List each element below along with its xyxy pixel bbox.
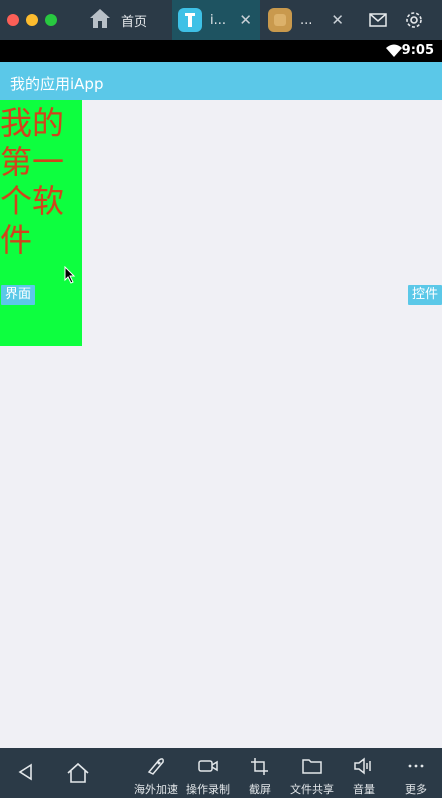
nav-file-share[interactable]: 文件共享 xyxy=(287,748,337,798)
nav-overseas-accelerate[interactable]: 海外加速 xyxy=(132,748,180,798)
back-icon[interactable] xyxy=(16,762,36,786)
interface-button[interactable]: 界面 xyxy=(1,285,36,305)
wifi-icon xyxy=(386,44,402,61)
app-action-bar: 我的应用iApp xyxy=(0,62,442,100)
speaker-icon xyxy=(353,748,375,779)
nav-label: 截屏 xyxy=(249,783,271,796)
mouse-pointer-icon xyxy=(64,265,76,288)
nav-more[interactable]: 更多 xyxy=(402,748,430,798)
tab-home-label: 首页 xyxy=(121,14,148,30)
rocket-icon xyxy=(145,748,167,779)
tab-iapp[interactable]: i... ✕ xyxy=(172,0,260,40)
nav-label: 音量 xyxy=(353,783,375,796)
iapp-icon xyxy=(178,8,202,32)
nav-record[interactable]: 操作录制 xyxy=(184,748,232,798)
crop-icon xyxy=(249,748,271,779)
window-minimize-button[interactable] xyxy=(26,14,38,26)
tab-app-2[interactable]: ... ✕ xyxy=(262,0,352,40)
status-bar: 9:05 xyxy=(0,40,442,62)
window-maximize-button[interactable] xyxy=(45,14,57,26)
gear-icon[interactable] xyxy=(404,10,424,30)
nav-label: 操作录制 xyxy=(186,783,230,796)
tab-iapp-label: i... xyxy=(210,12,227,28)
nav-label: 文件共享 xyxy=(290,783,334,796)
nav-screenshot[interactable]: 截屏 xyxy=(244,748,276,798)
nav-volume[interactable]: 音量 xyxy=(350,748,378,798)
tab-home[interactable]: 首页 xyxy=(84,0,172,40)
mail-icon[interactable] xyxy=(368,10,388,30)
folder-icon xyxy=(301,748,323,779)
headline-text: 我的第一个软件 xyxy=(0,104,65,259)
emulator-top-bar: 首页 i... ✕ ... ✕ xyxy=(0,0,442,40)
close-icon[interactable]: ✕ xyxy=(331,11,344,29)
nav-label: 海外加速 xyxy=(134,783,178,796)
status-time: 9:05 xyxy=(401,43,434,58)
home-icon xyxy=(88,7,112,33)
controls-button[interactable]: 控件 xyxy=(407,285,442,305)
close-icon[interactable]: ✕ xyxy=(239,11,252,29)
emulator-bottom-bar: 海外加速 操作录制 截屏 文件共享 音量 更多 xyxy=(0,748,442,798)
more-dots-icon xyxy=(405,748,427,779)
window-close-button[interactable] xyxy=(7,14,19,26)
video-camera-icon xyxy=(197,748,219,779)
home-nav-icon[interactable] xyxy=(66,762,90,788)
tab-app-2-label: ... xyxy=(300,12,313,28)
app-title: 我的应用iApp xyxy=(10,75,104,93)
nav-label: 更多 xyxy=(405,783,427,796)
app-icon xyxy=(268,8,292,32)
